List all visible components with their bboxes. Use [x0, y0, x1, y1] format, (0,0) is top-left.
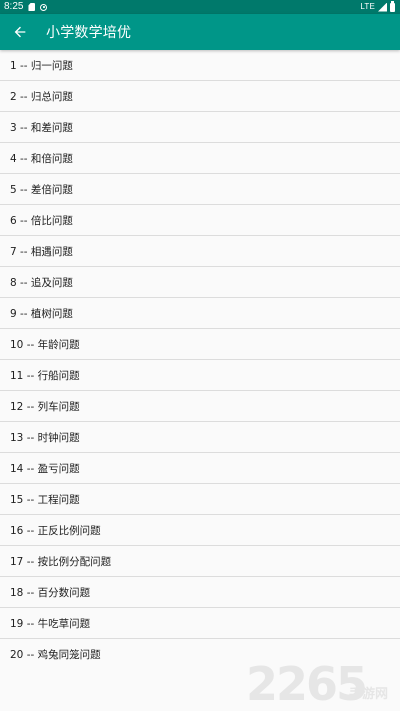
list-item[interactable]: 11 -- 行船问题 [0, 360, 400, 391]
arrow-left-icon [14, 26, 26, 38]
list-item[interactable]: 7 -- 相遇问题 [0, 236, 400, 267]
list-item[interactable]: 20 -- 鸡兔同笼问题 [0, 639, 400, 670]
list-item-label: 15 -- 工程问题 [10, 493, 80, 506]
sync-icon [40, 3, 48, 11]
list-item-label: 16 -- 正反比例问题 [10, 524, 101, 537]
watermark-suffix: 手游网 [349, 686, 388, 702]
battery-icon [390, 1, 395, 12]
list-item-label: 11 -- 行船问题 [10, 369, 80, 382]
status-bar: 8:25 LTE [0, 0, 400, 14]
list-item-label: 20 -- 鸡兔同笼问题 [10, 649, 101, 661]
list-item-label: 2 -- 归总问题 [10, 90, 73, 103]
app-bar: 小学数学培优 [0, 14, 400, 50]
list-item-label: 9 -- 植树问题 [10, 307, 73, 320]
list-item[interactable]: 1 -- 归一问题 [0, 50, 400, 81]
topic-list: 1 -- 归一问题 2 -- 归总问题 3 -- 和差问题 4 -- 和倍问题 5 --… [0, 50, 400, 670]
list-item-label: 7 -- 相遇问题 [10, 245, 73, 258]
list-item[interactable]: 2 -- 归总问题 [0, 81, 400, 112]
network-type-label: LTE [360, 2, 375, 11]
list-item-label: 8 -- 追及问题 [10, 276, 73, 289]
list-item-label: 6 -- 倍比问题 [10, 214, 73, 227]
list-item[interactable]: 16 -- 正反比例问题 [0, 515, 400, 546]
status-time: 8:25 [4, 1, 24, 12]
list-item-label: 5 -- 差倍问题 [10, 183, 73, 196]
list-item-label: 4 -- 和倍问题 [10, 152, 73, 165]
list-item-label: 14 -- 盈亏问题 [10, 462, 80, 475]
list-item[interactable]: 9 -- 植树问题 [0, 298, 400, 329]
sd-card-icon [28, 3, 36, 11]
list-item[interactable]: 17 -- 按比例分配问题 [0, 546, 400, 577]
status-left: 8:25 [4, 0, 48, 14]
list-item-label: 13 -- 时钟问题 [10, 431, 80, 444]
list-item[interactable]: 8 -- 追及问题 [0, 267, 400, 298]
back-button[interactable] [2, 14, 38, 50]
list-item-label: 17 -- 按比例分配问题 [10, 555, 112, 568]
list-item[interactable]: 19 -- 牛吃草问题 [0, 608, 400, 639]
list-item-label: 10 -- 年龄问题 [10, 338, 80, 351]
list-item[interactable]: 18 -- 百分数问题 [0, 577, 400, 608]
list-item[interactable]: 14 -- 盈亏问题 [0, 453, 400, 484]
list-item-label: 19 -- 牛吃草问题 [10, 617, 91, 630]
list-item-label: 18 -- 百分数问题 [10, 586, 91, 599]
list-item[interactable]: 6 -- 倍比问题 [0, 205, 400, 236]
signal-icon [378, 2, 387, 12]
list-item[interactable]: 15 -- 工程问题 [0, 484, 400, 515]
list-item[interactable]: 10 -- 年龄问题 [0, 329, 400, 360]
list-item[interactable]: 4 -- 和倍问题 [0, 143, 400, 174]
list-item[interactable]: 3 -- 和差问题 [0, 112, 400, 143]
page-title: 小学数学培优 [46, 25, 132, 41]
list-item[interactable]: 12 -- 列车问题 [0, 391, 400, 422]
list-item[interactable]: 5 -- 差倍问题 [0, 174, 400, 205]
list-item-label: 12 -- 列车问题 [10, 400, 80, 413]
app-screen: 8:25 LTE 小学数学培优 1 -- 归一问题 2 -- 归总问题 3 -- 和… [0, 0, 400, 711]
list-item[interactable]: 13 -- 时钟问题 [0, 422, 400, 453]
status-right: LTE [360, 0, 396, 14]
list-item-label: 3 -- 和差问题 [10, 121, 73, 134]
list-item-label: 1 -- 归一问题 [10, 59, 73, 72]
